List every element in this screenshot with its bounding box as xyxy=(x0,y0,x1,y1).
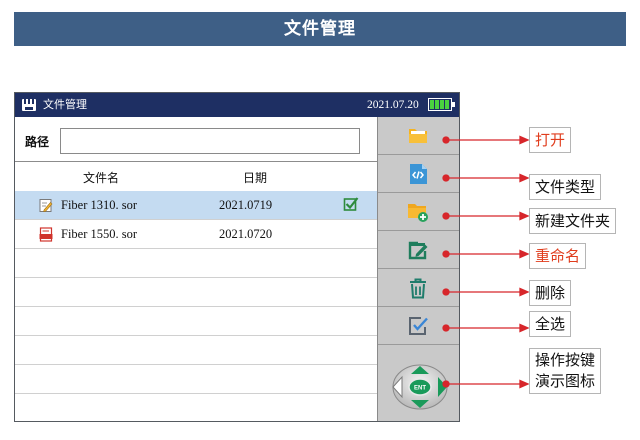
callout-key-demo-line1: 操作按键 xyxy=(535,351,596,369)
callout-rename: 重命名 xyxy=(529,243,587,269)
callout-key-demo-line2: 演示图标 xyxy=(535,372,596,390)
callout-open: 打开 xyxy=(529,127,572,153)
callout-file-type: 文件类型 xyxy=(529,174,602,200)
callout-select-all: 全选 xyxy=(529,311,572,337)
callout-key-demo: 操作按键 演示图标 xyxy=(529,348,602,394)
callout-delete: 删除 xyxy=(529,280,572,306)
callout-new-folder: 新建文件夹 xyxy=(529,208,617,234)
